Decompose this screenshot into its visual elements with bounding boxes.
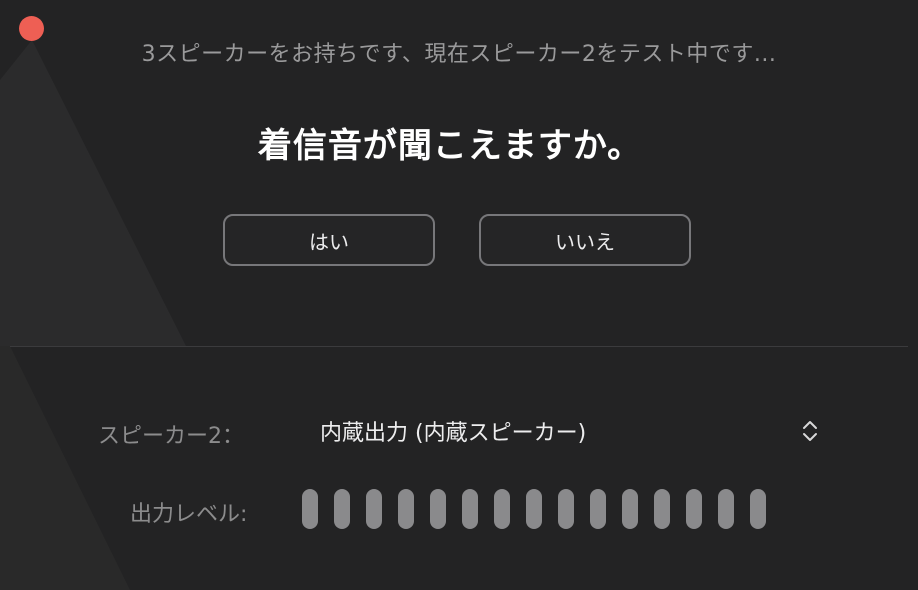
level-segment — [622, 489, 638, 529]
speaker-select[interactable]: 内蔵出力 (内蔵スピーカー) — [320, 410, 830, 452]
level-segment — [590, 489, 606, 529]
level-segment — [494, 489, 510, 529]
speaker-test-window: 3スピーカーをお持ちです、現在スピーカー2をテスト中です... 着信音が聞こえま… — [0, 0, 918, 590]
output-level-label: 出力レベル: — [130, 502, 248, 527]
level-segment — [686, 489, 702, 529]
test-status-text: 3スピーカーをお持ちです、現在スピーカー2をテスト中です... — [141, 42, 777, 67]
level-segment — [654, 489, 670, 529]
level-segment — [334, 489, 350, 529]
level-segment — [750, 489, 766, 529]
level-segment — [718, 489, 734, 529]
speaker-label: スピーカー2： — [98, 424, 244, 449]
level-segment — [526, 489, 542, 529]
chevron-up-down-icon — [803, 421, 817, 441]
level-segment — [302, 489, 318, 529]
no-button[interactable]: いいえ — [479, 214, 691, 266]
yes-button[interactable]: はい — [223, 214, 435, 266]
level-segment — [398, 489, 414, 529]
level-segment — [558, 489, 574, 529]
speaker-selected-value: 内蔵出力 (内蔵スピーカー) — [320, 421, 587, 446]
level-segment — [366, 489, 382, 529]
question-heading: 着信音が聞こえますか。 — [257, 126, 643, 166]
level-segment — [430, 489, 446, 529]
level-segment — [462, 489, 478, 529]
divider — [10, 346, 908, 347]
